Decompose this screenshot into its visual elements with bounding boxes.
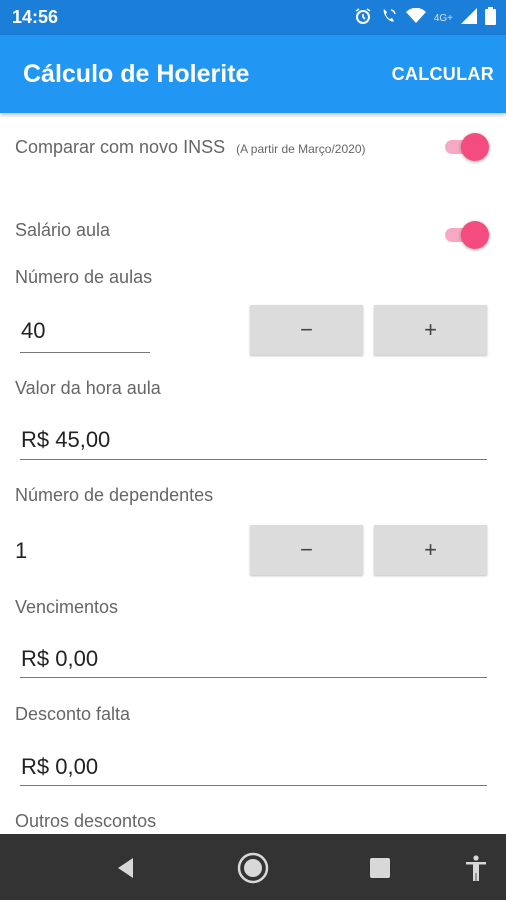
compare-inss-row: Comparar com novo INSS (A partir de Març… [15, 137, 366, 158]
battery-icon [485, 7, 496, 30]
status-time: 14:56 [12, 7, 59, 27]
outros-descontos-label: Outros descontos [15, 811, 157, 831]
numero-aulas-input[interactable]: 40 [21, 318, 45, 344]
form-content[interactable]: Comparar com novo INSS (A partir de Març… [0, 113, 506, 834]
system-nav-bar [0, 834, 506, 900]
switch-thumb [461, 133, 489, 161]
numero-aulas-label: Número de aulas [15, 267, 153, 287]
numero-aulas-decrement-button[interactable]: − [250, 305, 363, 355]
vencimentos-label: Vencimentos [15, 597, 119, 617]
status-icons: 4G+ [354, 7, 496, 30]
valor-hora-aula-label: Valor da hora aula [15, 378, 161, 398]
numero-aulas-underline [20, 352, 150, 353]
numero-dependentes-value: 1 [15, 538, 28, 563]
network-type-label: 4G+ [433, 13, 453, 24]
compare-inss-switch[interactable] [443, 133, 489, 161]
numero-dependentes-decrement-button[interactable]: − [250, 525, 363, 575]
desconto-falta-label: Desconto falta [15, 704, 131, 724]
numero-aulas-increment-button[interactable]: + [374, 305, 487, 355]
vencimentos-underline [20, 677, 487, 678]
recents-icon[interactable] [364, 852, 396, 884]
app-bar: Cálculo de Holerite CALCULAR [0, 35, 506, 113]
compare-inss-note: (A partir de Março/2020) [236, 142, 366, 156]
salario-aula-label: Salário aula [15, 220, 111, 240]
compare-inss-label: Comparar com novo INSS [15, 137, 226, 157]
valor-hora-aula-input[interactable]: R$ 45,00 [21, 427, 110, 453]
numero-dependentes-label: Número de dependentes [15, 485, 214, 505]
valor-hora-aula-underline [20, 459, 487, 460]
switch-thumb [461, 221, 489, 249]
desconto-falta-input[interactable]: R$ 0,00 [21, 754, 98, 780]
desconto-falta-underline [20, 785, 487, 786]
signal-icon [461, 8, 477, 29]
back-icon[interactable] [110, 852, 142, 884]
alarm-icon [354, 7, 372, 30]
page-title: Cálculo de Holerite [23, 60, 250, 88]
calculate-button[interactable]: CALCULAR [392, 64, 494, 85]
accessibility-icon[interactable] [460, 852, 492, 884]
wifi-icon [405, 7, 426, 29]
wifi-calling-icon [380, 7, 398, 30]
vencimentos-input[interactable]: R$ 0,00 [21, 646, 98, 672]
salario-aula-switch[interactable] [443, 221, 489, 249]
status-bar: 14:56 4G+ [0, 0, 506, 35]
numero-dependentes-increment-button[interactable]: + [374, 525, 487, 575]
home-icon[interactable] [237, 852, 269, 884]
